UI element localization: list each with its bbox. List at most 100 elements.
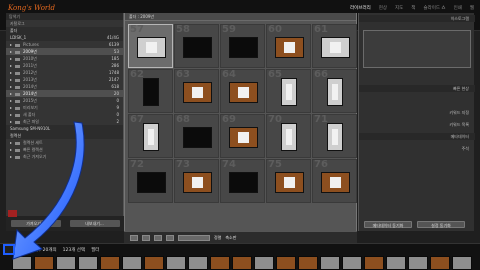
expand-icon[interactable] xyxy=(10,44,12,46)
thumbnail-cell[interactable]: 57 xyxy=(128,24,173,68)
filmstrip-thumb[interactable] xyxy=(254,256,274,270)
module-book[interactable]: 책 xyxy=(411,5,415,11)
filmstrip-thumb[interactable] xyxy=(188,256,208,270)
loupe-view-button[interactable] xyxy=(142,234,150,241)
compare-view-button[interactable] xyxy=(154,234,162,241)
module-print[interactable]: 인쇄 xyxy=(454,5,462,11)
thumbnail-image[interactable] xyxy=(143,123,159,151)
sync-metadata-button[interactable]: 메타데이터 동기화 xyxy=(364,221,412,228)
thumbnail-cell[interactable]: 71 xyxy=(312,114,357,158)
thumbnail-image[interactable] xyxy=(321,37,350,58)
metadata-header[interactable]: 메타데이터 xyxy=(359,133,475,140)
histogram-header[interactable]: 히스토그램 xyxy=(359,15,475,22)
folder-row[interactable]: 2009년 53 xyxy=(6,48,123,55)
expand-icon[interactable] xyxy=(10,65,12,67)
filmstrip-thumb[interactable] xyxy=(452,256,472,270)
thumbnail-image[interactable] xyxy=(275,37,304,58)
module-web[interactable]: 웹 xyxy=(470,5,474,11)
thumbnail-cell[interactable]: 64 xyxy=(220,69,265,113)
thumbnail-cell[interactable]: 68 xyxy=(174,114,219,158)
filmstrip-thumb[interactable] xyxy=(276,256,296,270)
grid-view-button[interactable] xyxy=(130,234,138,241)
thumbnail-cell[interactable]: 67 xyxy=(128,114,173,158)
thumbnail-cell[interactable]: 59 xyxy=(220,24,265,68)
folder-row[interactable]: 미리보기 9 xyxy=(6,104,123,111)
thumbnail-image[interactable] xyxy=(229,172,258,193)
filmstrip-thumb[interactable] xyxy=(232,256,252,270)
sync-settings-button[interactable]: 설정 동기화 xyxy=(417,221,465,228)
filmstrip-thumb[interactable] xyxy=(342,256,362,270)
module-develop[interactable]: 현상 xyxy=(379,5,387,11)
expand-icon[interactable] xyxy=(10,107,12,109)
thumbnail-image[interactable] xyxy=(327,78,343,106)
expand-icon[interactable] xyxy=(10,114,12,116)
filmstrip-thumb[interactable] xyxy=(430,256,450,270)
filmstrip-thumb[interactable] xyxy=(320,256,340,270)
keywording-header[interactable]: 키워드 지정 xyxy=(359,109,475,116)
survey-view-button[interactable] xyxy=(166,234,174,241)
filmstrip-thumb[interactable] xyxy=(408,256,428,270)
filmstrip-thumb[interactable] xyxy=(298,256,318,270)
expand-icon[interactable] xyxy=(10,72,12,74)
thumbnail-image[interactable] xyxy=(281,78,297,106)
thumbnail-cell[interactable]: 70 xyxy=(266,114,311,158)
expand-icon[interactable] xyxy=(10,86,12,88)
module-slideshow[interactable]: 슬라이드 쇼 xyxy=(423,5,445,11)
thumbnail-image[interactable] xyxy=(183,82,212,103)
thumbnail-image[interactable] xyxy=(183,37,212,58)
folder-row[interactable]: 2014년 20 xyxy=(6,90,123,97)
thumbnail-cell[interactable]: 76 xyxy=(312,159,357,203)
expand-icon[interactable] xyxy=(10,58,12,60)
folder-row[interactable]: LDISK_1 41/4G xyxy=(6,34,123,41)
filmstrip-thumb[interactable] xyxy=(144,256,164,270)
thumbnail-cell[interactable]: 74 xyxy=(220,159,265,203)
comments-header[interactable]: 주석 xyxy=(359,145,475,152)
thumbnail-image[interactable] xyxy=(327,123,343,151)
thumbnail-image[interactable] xyxy=(275,172,304,193)
thumbnail-cell[interactable]: 62 xyxy=(128,69,173,113)
thumbnail-cell[interactable]: 61 xyxy=(312,24,357,68)
thumbnail-image[interactable] xyxy=(321,172,350,193)
thumbnail-cell[interactable]: 72 xyxy=(128,159,173,203)
folder-row[interactable]: Pictures 6139 xyxy=(6,41,123,48)
thumbnail-image[interactable] xyxy=(229,37,258,58)
module-map[interactable]: 지도 xyxy=(395,5,403,11)
quick-develop-header[interactable]: 빠른 현상 xyxy=(359,85,475,92)
navigator-header[interactable]: 탐색기 xyxy=(6,13,123,20)
folders-header[interactable]: 폴더 xyxy=(6,27,123,34)
folder-row[interactable]: 2012년 1748 xyxy=(6,69,123,76)
thumbnail-image[interactable] xyxy=(137,172,166,193)
thumbnail-cell[interactable]: 65 xyxy=(266,69,311,113)
thumbnail-image[interactable] xyxy=(229,127,258,148)
thumbnail-image[interactable] xyxy=(183,172,212,193)
thumbnail-cell[interactable]: 60 xyxy=(266,24,311,68)
thumbnail-image[interactable] xyxy=(137,37,166,58)
expand-icon[interactable] xyxy=(10,79,12,81)
thumbnail-image[interactable] xyxy=(143,78,159,106)
folder-row[interactable]: 2015년 0 xyxy=(6,97,123,104)
catalog-header[interactable]: 카탈로그 xyxy=(6,20,123,27)
expand-icon[interactable] xyxy=(10,51,12,53)
thumbnail-image[interactable] xyxy=(229,82,258,103)
thumbnail-image[interactable] xyxy=(281,123,297,151)
thumbnail-cell[interactable]: 73 xyxy=(174,159,219,203)
filmstrip-thumb[interactable] xyxy=(166,256,186,270)
module-library[interactable]: 라이브러리 xyxy=(350,5,371,11)
sort-button[interactable] xyxy=(178,234,210,241)
thumbnail-cell[interactable]: 75 xyxy=(266,159,311,203)
folder-row[interactable]: 2013년 2147 xyxy=(6,76,123,83)
filmstrip-thumb[interactable] xyxy=(364,256,384,270)
thumbnail-cell[interactable]: 66 xyxy=(312,69,357,113)
folder-row[interactable]: 새 폴더 0 xyxy=(6,111,123,118)
thumbnail-cell[interactable]: 69 xyxy=(220,114,265,158)
expand-icon[interactable] xyxy=(10,93,12,95)
thumbnail-cell[interactable]: 58 xyxy=(174,24,219,68)
folder-row[interactable]: 2011년 286 xyxy=(6,62,123,69)
filmstrip-thumb[interactable] xyxy=(122,256,142,270)
expand-icon[interactable] xyxy=(10,100,12,102)
thumbnail-image[interactable] xyxy=(183,127,212,148)
folder-row[interactable]: 2014년 618 xyxy=(6,83,123,90)
filmstrip-thumb[interactable] xyxy=(386,256,406,270)
thumbnail-cell[interactable]: 63 xyxy=(174,69,219,113)
filmstrip-thumb[interactable] xyxy=(210,256,230,270)
